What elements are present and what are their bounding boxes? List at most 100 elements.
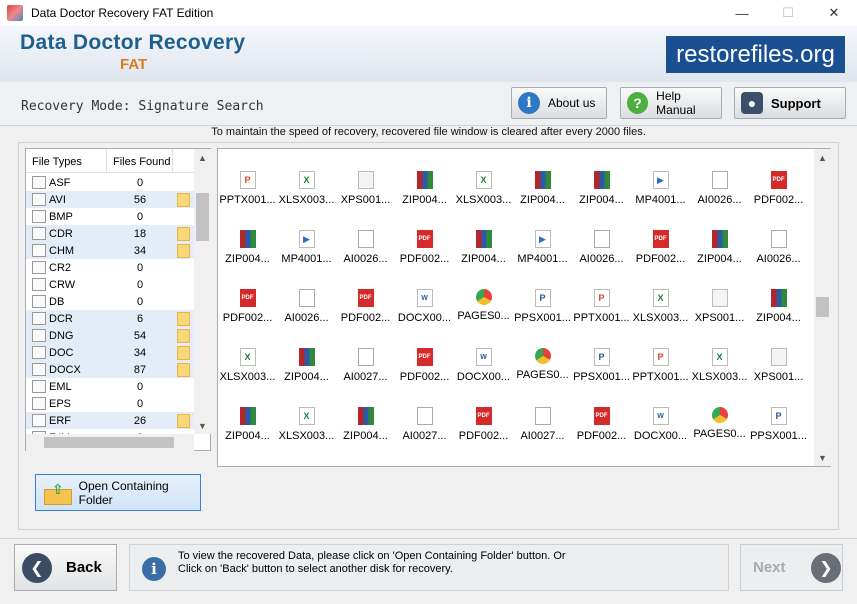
file-type-row[interactable]: ERF 26: [26, 412, 194, 429]
recovered-file-item[interactable]: ZIP004...: [749, 281, 808, 340]
file-type-row[interactable]: CHM 34: [26, 242, 194, 259]
recovered-file-item[interactable]: AI0026...: [690, 163, 749, 222]
recovered-file-item[interactable]: PDF PDF002...: [218, 281, 277, 340]
recovered-file-item[interactable]: AI0026...: [336, 222, 395, 281]
recovered-file-item[interactable]: P PPSX001...: [749, 399, 808, 458]
file-type-icon: [32, 295, 46, 308]
recovered-file-item[interactable]: W DOCX00...: [631, 399, 690, 458]
maximize-button[interactable]: ☐: [765, 0, 811, 26]
file-type-row[interactable]: EPS 0: [26, 395, 194, 412]
recovered-file-item[interactable]: AI0026...: [749, 222, 808, 281]
recovered-file-item[interactable]: ZIP004...: [513, 163, 572, 222]
folder-icon[interactable]: [177, 362, 190, 377]
recovered-file-item[interactable]: PDF PDF002...: [749, 163, 808, 222]
recovered-file-item[interactable]: W DOCX00...: [454, 340, 513, 399]
folder-icon[interactable]: [177, 328, 190, 343]
files-vertical-scrollbar[interactable]: ▲ ▼: [814, 149, 831, 466]
help-manual-button[interactable]: ? Help Manual: [620, 87, 722, 119]
recovered-file-item[interactable]: PDF PDF002...: [631, 222, 690, 281]
next-button[interactable]: Next ❯: [740, 544, 843, 591]
files-scroll-thumb[interactable]: [816, 297, 829, 317]
recovered-file-item[interactable]: P PPTX001...: [631, 340, 690, 399]
scroll-thumb[interactable]: [196, 193, 209, 241]
folder-icon[interactable]: [177, 192, 190, 207]
recovered-file-item[interactable]: AI0027...: [395, 399, 454, 458]
support-button[interactable]: ● Support: [734, 87, 846, 119]
recovered-file-item[interactable]: ZIP004...: [572, 163, 631, 222]
recovered-file-item[interactable]: PDF PDF002...: [454, 399, 513, 458]
recovered-file-item[interactable]: AI0026...: [572, 222, 631, 281]
back-button[interactable]: ❮ Back: [14, 544, 117, 591]
recovered-file-item[interactable]: AI0027...: [513, 399, 572, 458]
recovered-file-item[interactable]: ▶ MP4001...: [631, 163, 690, 222]
folder-icon[interactable]: [177, 413, 190, 428]
folder-icon[interactable]: [177, 243, 190, 258]
ai-file-icon: [357, 230, 374, 248]
recovered-file-item[interactable]: PAGES0...: [454, 281, 513, 340]
file-type-row[interactable]: DOC 34: [26, 344, 194, 361]
recovered-file-item[interactable]: PDF PDF002...: [336, 281, 395, 340]
file-type-row[interactable]: DB 0: [26, 293, 194, 310]
website-banner[interactable]: restorefiles.org: [666, 36, 845, 73]
about-us-button[interactable]: i About us: [511, 87, 607, 119]
recovered-file-item[interactable]: W DOCX00...: [395, 281, 454, 340]
file-type-row[interactable]: CR2 0: [26, 259, 194, 276]
file-type-row[interactable]: DOCX 87: [26, 361, 194, 378]
folder-icon[interactable]: [177, 226, 190, 241]
recovered-file-name: XLSX003...: [455, 194, 512, 206]
recovered-file-item[interactable]: AI0027...: [336, 340, 395, 399]
file-type-row[interactable]: DCR 6: [26, 310, 194, 327]
hscroll-thumb[interactable]: [44, 437, 174, 448]
scroll-up-arrow-icon[interactable]: ▲: [194, 149, 211, 166]
recovered-file-item[interactable]: P PPTX001...: [218, 163, 277, 222]
scroll-down-arrow-icon[interactable]: ▼: [194, 417, 211, 434]
list-vertical-scrollbar[interactable]: ▲ ▼: [194, 149, 211, 434]
recovered-file-item[interactable]: X XLSX003...: [277, 399, 336, 458]
files-scroll-up-icon[interactable]: ▲: [814, 149, 831, 166]
recovered-file-item[interactable]: AI0026...: [277, 281, 336, 340]
recovered-file-item[interactable]: X XLSX003...: [277, 163, 336, 222]
recovered-file-item[interactable]: ZIP004...: [277, 340, 336, 399]
recovered-file-item[interactable]: X XLSX003...: [690, 340, 749, 399]
file-types-list[interactable]: File Types Files Found ASF 0 AVI 56 BMP 0 CDR 1…: [25, 148, 211, 451]
recovered-files-panel[interactable]: P PPTX001... X XLSX003... XPS001... ZIP004...…: [217, 148, 831, 467]
recovered-file-item[interactable]: P PPTX001...: [572, 281, 631, 340]
recovered-file-item[interactable]: PDF PDF002...: [572, 399, 631, 458]
folder-icon[interactable]: [177, 345, 190, 360]
recovered-file-item[interactable]: PDF PDF002...: [395, 222, 454, 281]
column-files-found[interactable]: Files Found: [107, 149, 173, 172]
recovered-file-item[interactable]: X XLSX003...: [631, 281, 690, 340]
file-type-row[interactable]: DNG 54: [26, 327, 194, 344]
recovered-file-item[interactable]: X XLSX003...: [218, 340, 277, 399]
file-type-row[interactable]: CDR 18: [26, 225, 194, 242]
files-scroll-down-icon[interactable]: ▼: [814, 449, 831, 466]
file-type-row[interactable]: ASF 0: [26, 174, 194, 191]
recovered-file-item[interactable]: ▶ MP4001...: [513, 222, 572, 281]
column-file-types[interactable]: File Types: [26, 149, 107, 172]
recovered-file-item[interactable]: ZIP004...: [218, 222, 277, 281]
open-containing-folder-button[interactable]: ⇧ Open Containing Folder: [35, 474, 201, 511]
recovered-file-item[interactable]: ZIP004...: [454, 222, 513, 281]
recovered-file-item[interactable]: PAGES0...: [513, 340, 572, 399]
recovered-file-item[interactable]: ZIP004...: [690, 222, 749, 281]
recovered-file-item[interactable]: X XLSX003...: [454, 163, 513, 222]
file-type-row[interactable]: BMP 0: [26, 208, 194, 225]
recovered-file-item[interactable]: XPS001...: [336, 163, 395, 222]
recovered-file-item[interactable]: XPS001...: [690, 281, 749, 340]
list-horizontal-scrollbar[interactable]: [26, 434, 194, 451]
folder-icon[interactable]: [177, 311, 190, 326]
file-type-row[interactable]: AVI 56: [26, 191, 194, 208]
close-button[interactable]: ✕: [811, 0, 857, 26]
recovered-file-item[interactable]: P PPSX001...: [513, 281, 572, 340]
recovered-file-item[interactable]: XPS001...: [749, 340, 808, 399]
minimize-button[interactable]: —: [719, 0, 765, 26]
recovered-file-item[interactable]: ZIP004...: [395, 163, 454, 222]
file-type-row[interactable]: CRW 0: [26, 276, 194, 293]
file-type-row[interactable]: EML 0: [26, 378, 194, 395]
recovered-file-item[interactable]: ▶ MP4001...: [277, 222, 336, 281]
recovered-file-item[interactable]: PDF PDF002...: [395, 340, 454, 399]
recovered-file-item[interactable]: ZIP004...: [336, 399, 395, 458]
recovered-file-item[interactable]: PAGES0...: [690, 399, 749, 458]
recovered-file-item[interactable]: ZIP004...: [218, 399, 277, 458]
recovered-file-item[interactable]: P PPSX001...: [572, 340, 631, 399]
